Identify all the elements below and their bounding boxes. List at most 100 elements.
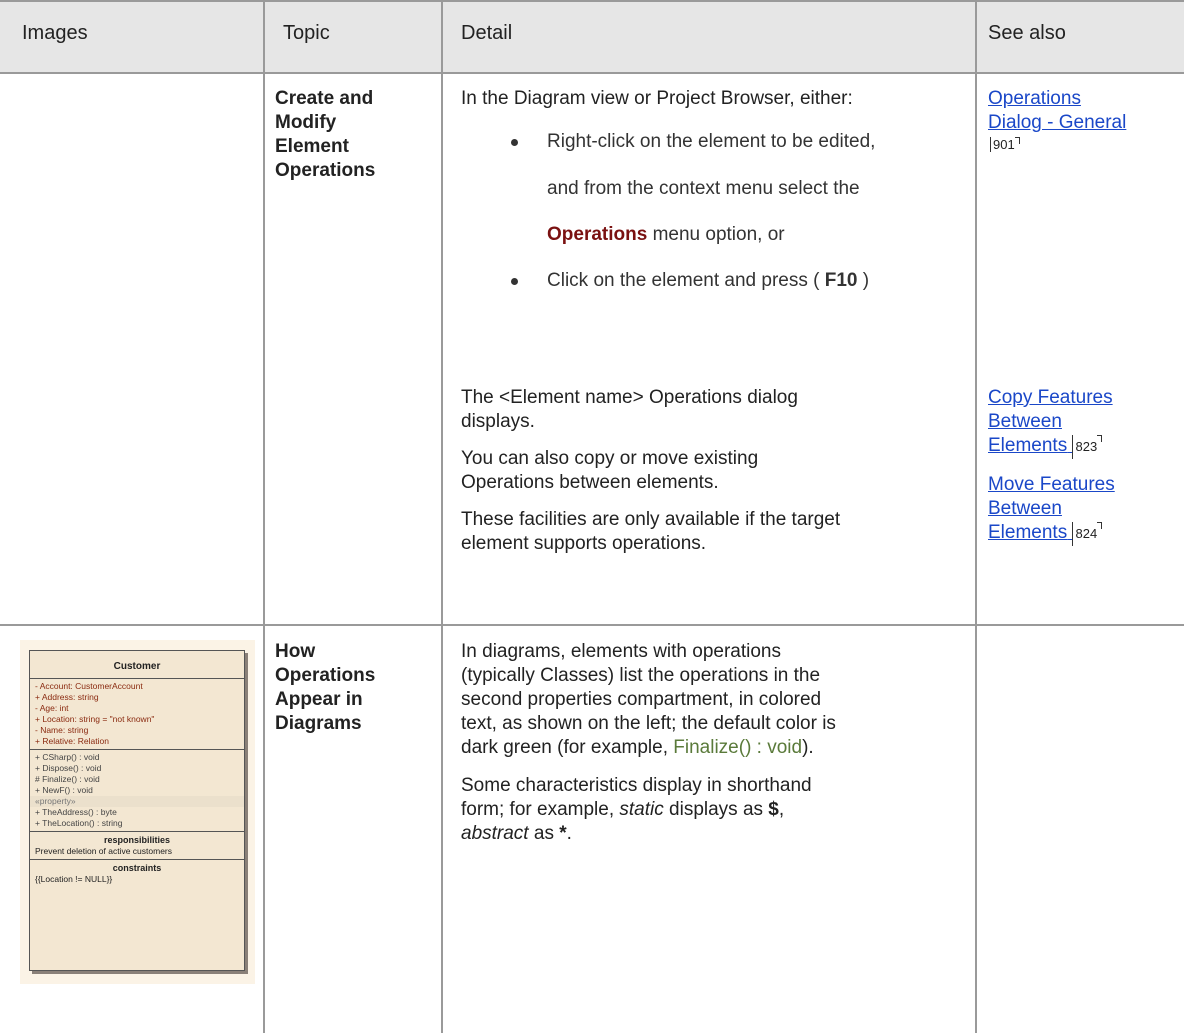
header-divider [0,72,1184,74]
link-line-text[interactable]: Elements [988,435,1067,456]
link-line[interactable]: Between [988,410,1113,434]
uml-attribute: - Name: string [35,725,89,735]
operations-menu-option: Operations [547,224,648,245]
bullet-text-rest: menu option, or [647,224,785,245]
detail-para: The <Element name> Operations dialog [461,387,798,408]
header-images: Images [22,22,88,44]
text-span: ). [802,737,814,758]
uml-class-name: Customer [30,651,244,679]
link-operations-dialog-general[interactable]: Operations Dialog - General [988,87,1126,135]
uml-operation: + TheLocation() : string [35,818,123,828]
detail-para: displays. [461,411,535,432]
text-line: abstract as *. [461,822,812,846]
link-line[interactable]: Elements 824 [988,521,1115,546]
uml-responsibilities-title: responsibilities [103,835,171,845]
static-term: static [619,799,664,820]
bullet-text: and from the context menu select the [547,178,860,199]
uml-responsibilities: responsibilities Prevent deletion of act… [30,832,244,860]
page-ref[interactable]: 823 [1072,435,1102,459]
detail-para: element supports operations. [461,533,707,554]
bullet-text-post: ) [857,270,870,291]
link-line-text[interactable]: Elements [988,522,1067,543]
uml-operations: + CSharp() : void + Dispose() : void # F… [30,750,244,832]
page-ref[interactable]: 824 [1072,522,1102,546]
uml-operation: + NewF() : void [35,785,93,795]
topic-create-modify: Create and Modify Element Operations [275,87,375,183]
text-span: form; for example, [461,799,620,820]
header-topic: Topic [283,22,330,44]
page-ref[interactable]: 901 [990,137,1020,152]
topic-line: Element [275,136,349,157]
topic-how-operations-appear: How Operations Appear in Diagrams [275,640,375,736]
uml-constraints-text: {{Location != NULL}} [35,874,113,884]
table-top-border [0,0,1184,2]
bullet-text-pre: Click on the element and press ( [547,270,825,291]
f10-key: F10 [824,270,858,291]
text-line: (typically Classes) list the operations … [461,665,821,686]
text-span: . [566,823,572,844]
detail-para: These facilities are only available if t… [461,509,841,530]
topic-line: Operations [275,665,376,686]
topic-line: Diagrams [275,713,362,734]
uml-stereotype: «property» [30,796,244,807]
bullet-text: Click on the element and press ( F10 ) [547,270,869,292]
uml-class-box: Customer - Account: CustomerAccount + Ad… [29,650,245,971]
dollar-symbol: $ [768,799,779,820]
abstract-term: abstract [461,823,529,844]
uml-constraints-title: constraints [112,863,162,873]
link-line[interactable]: Move Features [988,473,1115,497]
text-span: dark green (for example, [461,737,674,758]
detail-para: Operations between elements. [461,472,719,493]
text-line: form; for example, static displays as $, [461,798,812,822]
text-line: dark green (for example, Finalize() : vo… [461,736,836,760]
topic-line: How [275,641,316,662]
column-divider [441,0,443,1033]
uml-constraints: constraints {{Location != NULL}} [30,860,244,887]
uml-attribute: + Address: string [35,692,99,702]
header-see-also: See also [988,22,1066,44]
uml-attribute: - Account: CustomerAccount [35,681,143,691]
text-line: Some characteristics display in shorthan… [461,775,812,796]
link-move-features[interactable]: Move Features Between Elements 824 [988,473,1115,546]
topic-line: Modify [275,112,337,133]
topic-line: Operations [275,160,376,181]
uml-attribute: - Age: int [35,703,69,713]
link-copy-features[interactable]: Copy Features Between Elements 823 [988,386,1113,459]
uml-attributes: - Account: CustomerAccount + Address: st… [30,679,244,750]
text-span: displays as [663,799,769,820]
detail-para: In diagrams, elements with operations (t… [461,640,836,760]
detail-para: Some characteristics display in shorthan… [461,774,812,846]
text-span: as [528,823,560,844]
header-detail: Detail [461,22,513,44]
link-line[interactable]: Elements 823 [988,434,1113,459]
column-divider [263,0,265,1033]
topic-line: Appear in [275,689,363,710]
link-line[interactable]: Operations [988,87,1126,111]
star-symbol: * [559,823,567,844]
bullet-dot [511,278,518,285]
link-line[interactable]: Between [988,497,1115,521]
uml-operation: + CSharp() : void [35,752,100,762]
detail-para: You can also copy or move existing [461,448,759,469]
detail-intro: In the Diagram view or Project Browser, … [461,88,853,109]
text-line: In diagrams, elements with operations [461,641,781,662]
column-divider [975,0,977,1033]
uml-class-image: Customer - Account: CustomerAccount + Ad… [20,640,255,984]
uml-responsibilities-text: Prevent deletion of active customers [35,846,173,856]
green-example: Finalize() : void [673,737,803,758]
uml-operation: + TheAddress() : byte [35,807,117,817]
link-line[interactable]: Copy Features [988,386,1113,410]
text-line: text, as shown on the left; the default … [461,713,836,734]
uml-operation: + Dispose() : void [35,763,102,773]
text-span: , [778,799,785,820]
link-line[interactable]: Dialog - General [988,111,1126,135]
uml-operation: # Finalize() : void [35,774,100,784]
row-divider [0,624,1184,626]
topic-line: Create and [275,88,374,109]
bullet-text: Operations menu option, or [547,224,785,246]
bullet-dot [511,139,518,146]
uml-attribute: + Location: string = "not known" [35,714,155,724]
uml-attribute: + Relative: Relation [35,736,109,746]
bullet-text: Right-click on the element to be edited, [547,131,876,152]
text-line: second properties compartment, in colore… [461,689,822,710]
